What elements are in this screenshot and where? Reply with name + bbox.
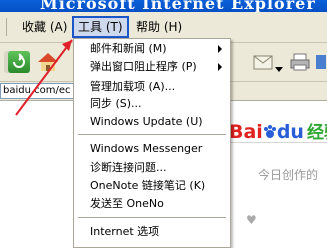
edit-icon[interactable] [315,51,327,73]
menu-help[interactable]: 帮助 (H) [136,18,182,36]
menu-item-diagnose-connection[interactable]: 诊断连接问题... [90,160,167,176]
menu-separator [78,134,226,135]
logo-jingyan: 经验 [306,123,327,143]
logo-bai: Bai [229,121,263,143]
logo-du: du [276,121,304,143]
menu-tools[interactable]: 工具 (T) [72,16,129,38]
menu-item-windows-update[interactable]: Windows Update (U) [90,114,203,130]
page-caption: 今日创作的 [258,168,319,182]
address-input[interactable]: baidu.com/ec [0,83,80,99]
menu-favorites[interactable]: 收藏 (A) [22,18,67,36]
menu-separator [78,217,226,218]
submenu-arrow-icon [218,63,222,71]
title-bar: Microsoft Internet Explorer [0,0,327,12]
menu-item-windows-messenger[interactable]: Windows Messenger [90,141,202,157]
menu-separator [6,18,7,36]
paw-icon [263,121,277,143]
print-icon[interactable] [288,51,310,73]
menu-item-popup-blocker[interactable]: 弹出窗口阻止程序 (P) [90,59,197,75]
menu-item-onenote-linked-notes[interactable]: OneNote 链接笔记 (K) [90,178,205,194]
submenu-arrow-icon [218,45,222,53]
tools-dropdown-menu: 邮件和新闻 (M) 弹出窗口阻止程序 (P) 管理加载项 (A)... 同步 (… [73,38,231,248]
page-heart: ♥ [246,213,257,227]
menu-item-internet-options[interactable]: Internet 选项 [90,224,159,240]
home-icon[interactable] [36,51,58,73]
menu-item-manage-addons[interactable]: 管理加载项 (A)... [90,79,175,95]
divider [228,142,327,143]
baidu-logo: Baidu经验 [229,118,327,143]
window-title: Microsoft Internet Explorer [40,0,316,12]
mail-icon[interactable] [252,51,274,73]
menu-item-sync[interactable]: 同步 (S)... [90,96,142,112]
refresh-icon[interactable] [8,51,30,73]
menu-item-send-to-onenote[interactable]: 发送至 OneNo [90,196,164,212]
menu-item-mail-news[interactable]: 邮件和新闻 (M) [90,41,167,57]
mail-dropdown-icon[interactable] [275,58,283,72]
